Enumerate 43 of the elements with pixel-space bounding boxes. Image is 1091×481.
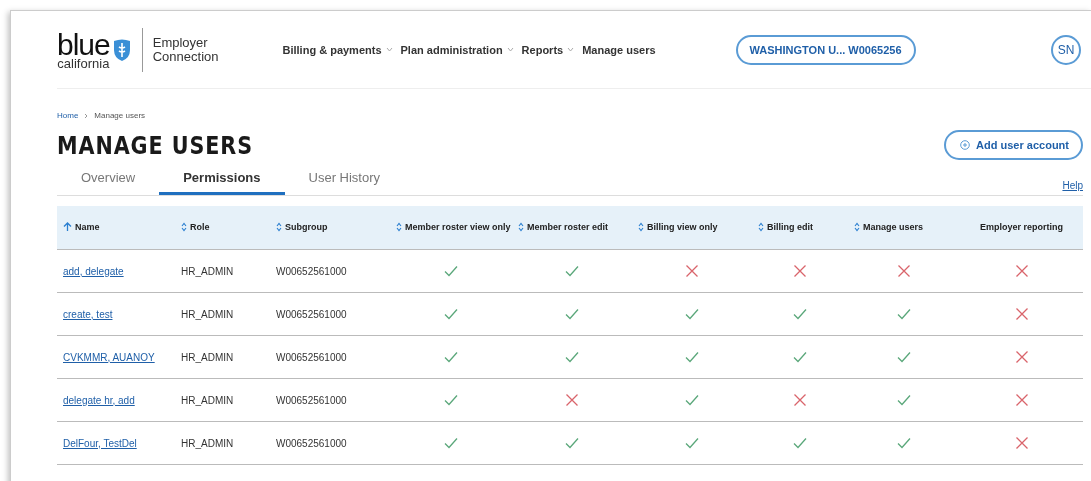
role-cell-text: HR_ADMIN [180,394,235,406]
user-name-link[interactable]: create, test [57,308,175,320]
nav-item[interactable]: Reports [521,43,575,56]
column-header[interactable]: Member roster view only [390,221,512,234]
nav-item[interactable]: Plan administration [400,43,514,56]
column-header[interactable]: Member roster edit [512,221,632,234]
subgroup-cell-text: W00652561000 [275,351,348,363]
account-selector[interactable]: WASHINGTON U... W0065256 [735,34,916,65]
subgroup-cell-text: W00652561000 [275,394,348,406]
column-header[interactable]: Manage users [848,221,960,234]
page-title: MANAGE USERS [57,130,253,160]
tab[interactable]: Overview [57,164,160,195]
column-header[interactable]: Billing view only [632,221,752,234]
chevron-icon [84,112,89,119]
subgroup-cell-text: W00652561000 [275,265,348,277]
breadcrumb-item[interactable]: Home [57,111,79,120]
tab[interactable]: User History [284,164,405,195]
user-name-link[interactable]: delegate hr, add [57,394,175,406]
plus-circle-icon [960,140,971,150]
role-cell-text: HR_ADMIN [180,437,235,449]
nav-item[interactable]: Billing & payments [282,43,393,56]
nav-item[interactable]: Manage users [582,43,656,56]
shield-icon [111,37,132,62]
user-name-link[interactable]: CVKMMR, AUANOY [57,351,175,363]
role-cell-text: HR_ADMIN [180,265,235,277]
help-link[interactable]: Help [1062,180,1083,195]
role-cell-text: HR_ADMIN [180,308,235,320]
column-header[interactable]: Billing edit [752,221,848,234]
user-name-link[interactable]: add, delegate [57,265,175,277]
tab[interactable]: Permissions [159,164,285,195]
column-header[interactable]: Name [57,221,175,234]
product-name: Connection [152,49,219,64]
add-user-button[interactable]: Add user account [944,130,1083,160]
breadcrumb-item: Manage users [94,111,146,120]
subgroup-cell-text: W00652561000 [275,437,348,449]
user-avatar[interactable]: SN [1051,34,1081,65]
column-header[interactable]: Employer reporting [960,221,1083,234]
role-cell-text: HR_ADMIN [180,351,235,363]
column-header[interactable]: Role [175,221,270,234]
column-header[interactable]: Subgroup [270,221,390,234]
product-name: Employer [152,35,209,50]
user-name-link[interactable]: DelFour, TestDel [57,437,175,449]
subgroup-cell-text: W00652561000 [275,308,348,320]
